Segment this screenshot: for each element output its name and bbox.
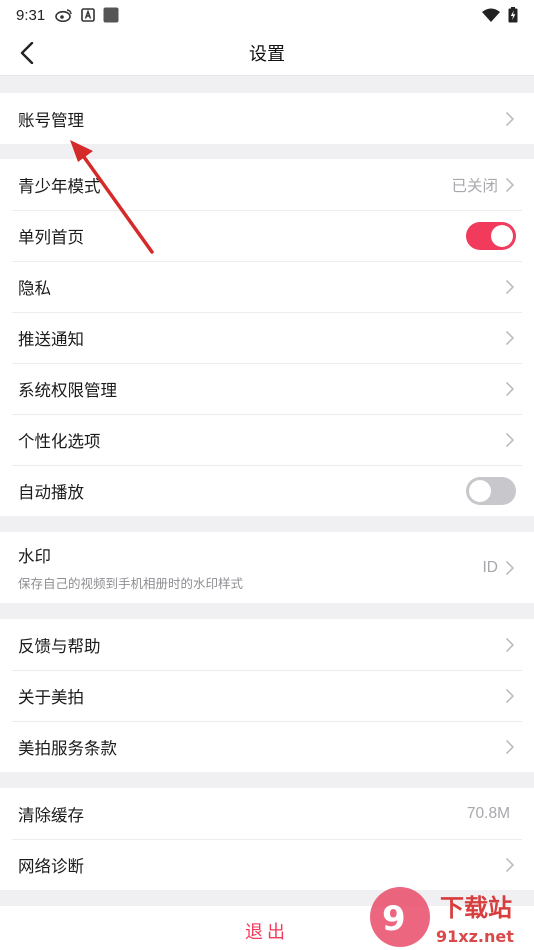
single-column-home-item: 单列首页 (0, 210, 534, 261)
account-management-item[interactable]: 账号管理 (0, 93, 534, 144)
autoplay-toggle[interactable] (466, 476, 516, 505)
item-label: 反馈与帮助 (18, 636, 101, 656)
battery-charging-icon (508, 7, 518, 23)
network-diagnosis-item[interactable]: 网络诊断 (0, 839, 534, 890)
chevron-right-icon (504, 330, 516, 346)
autoplay-item: 自动播放 (0, 465, 534, 516)
settings-group-tools: 清除缓存 70.8M 网络诊断 (0, 788, 534, 890)
system-permissions-item[interactable]: 系统权限管理 (0, 363, 534, 414)
chevron-right-icon (504, 857, 516, 873)
item-label: 自动播放 (18, 482, 84, 502)
chevron-right-icon (504, 177, 516, 193)
chevron-right-icon (504, 560, 516, 576)
item-label: 网络诊断 (18, 856, 84, 876)
item-label: 隐私 (18, 278, 51, 298)
item-label: 系统权限管理 (18, 380, 117, 400)
push-notifications-item[interactable]: 推送通知 (0, 312, 534, 363)
toggle-knob (469, 479, 491, 502)
terms-of-service-item[interactable]: 美拍服务条款 (0, 721, 534, 772)
chevron-left-icon (20, 42, 34, 64)
item-value: ID (482, 558, 499, 576)
app-square-icon (103, 7, 119, 23)
settings-group-watermark: 水印 保存自己的视频到手机相册时的水印样式 ID (0, 532, 534, 603)
top-nav-bar: 设置 (0, 30, 534, 76)
item-description: 保存自己的视频到手机相册时的水印样式 (18, 576, 244, 591)
feedback-help-item[interactable]: 反馈与帮助 (0, 619, 534, 670)
item-label: 美拍服务条款 (18, 738, 117, 758)
settings-group-account: 账号管理 (0, 93, 534, 144)
clear-cache-item[interactable]: 清除缓存 70.8M (0, 788, 534, 839)
chevron-right-icon (504, 432, 516, 448)
page-title: 设置 (249, 43, 285, 65)
single-column-home-toggle[interactable] (466, 221, 516, 250)
wifi-icon (482, 8, 500, 22)
about-meipai-item[interactable]: 关于美拍 (0, 670, 534, 721)
item-label: 账号管理 (18, 110, 84, 130)
back-button[interactable] (12, 38, 42, 68)
item-label: 推送通知 (18, 329, 84, 349)
chevron-right-icon (504, 111, 516, 127)
watermark-item[interactable]: 水印 保存自己的视频到手机相册时的水印样式 ID (0, 532, 534, 603)
toggle-knob (491, 224, 513, 247)
item-label: 青少年模式 (18, 176, 101, 196)
status-time: 9:31 (16, 6, 46, 24)
item-value: 已关闭 (451, 177, 498, 195)
chevron-right-icon (504, 688, 516, 704)
privacy-item[interactable]: 隐私 (0, 261, 534, 312)
chevron-right-icon (504, 381, 516, 397)
item-label: 清除缓存 (18, 805, 84, 825)
youth-mode-item[interactable]: 青少年模式 已关闭 (0, 159, 534, 210)
font-app-icon (81, 8, 96, 22)
chevron-right-icon (504, 279, 516, 295)
chevron-right-icon (504, 637, 516, 653)
status-bar: 9:31 (0, 0, 534, 30)
item-label: 个性化选项 (18, 431, 101, 451)
settings-group-general: 青少年模式 已关闭 单列首页 隐私 推送通知 系统权限管理 个性化选项 自动播放 (0, 159, 534, 516)
cache-size-value: 70.8M (466, 804, 510, 822)
logout-label: 退出 (245, 922, 289, 943)
item-label: 单列首页 (18, 227, 84, 247)
item-label: 水印 (18, 547, 51, 566)
chevron-right-icon (504, 739, 516, 755)
logout-button[interactable]: 退出 (0, 906, 534, 950)
item-label: 关于美拍 (18, 687, 84, 707)
settings-group-about: 反馈与帮助 关于美拍 美拍服务条款 (0, 619, 534, 772)
personalization-item[interactable]: 个性化选项 (0, 414, 534, 465)
weibo-icon (55, 9, 72, 22)
